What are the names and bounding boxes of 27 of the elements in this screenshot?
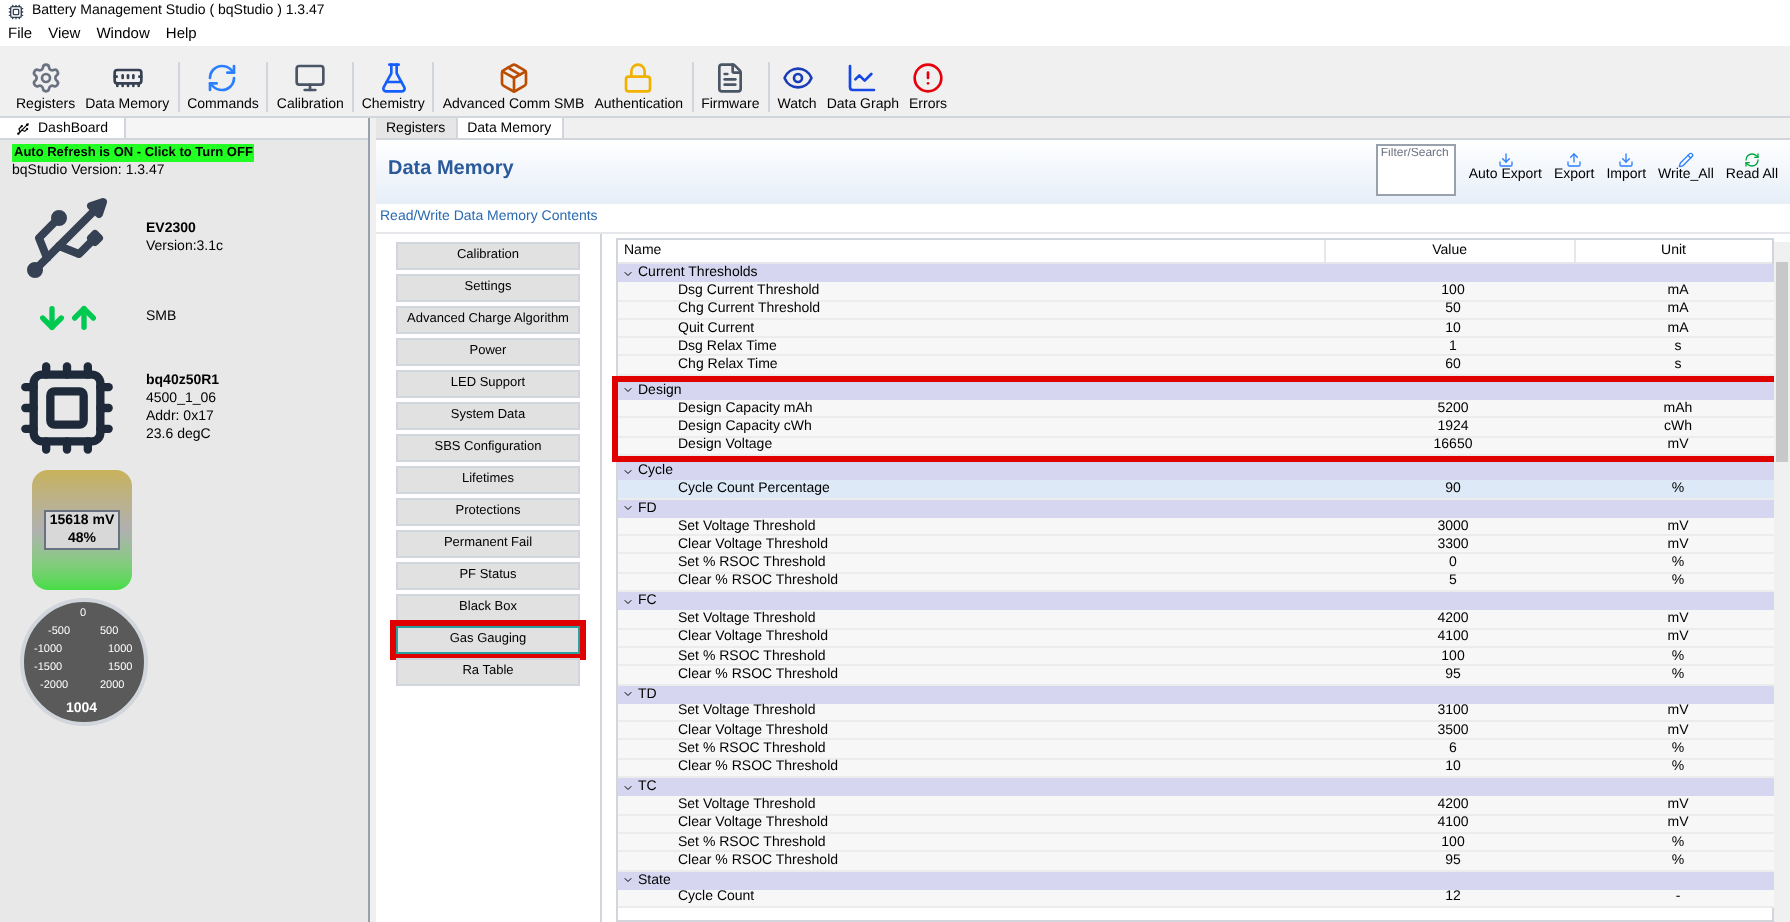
monitor-icon xyxy=(294,62,327,94)
expander-icon[interactable] xyxy=(618,781,638,794)
download-icon xyxy=(1497,152,1514,168)
app-icon xyxy=(8,3,24,19)
chart-icon xyxy=(846,62,879,94)
upload-icon xyxy=(1566,152,1583,168)
document-icon xyxy=(714,62,747,94)
gear-icon xyxy=(29,62,62,94)
page-title: Data Memory xyxy=(388,156,514,184)
alert-icon xyxy=(912,62,945,94)
refresh-icon xyxy=(206,62,239,94)
expander-icon[interactable] xyxy=(618,595,638,608)
expander-icon[interactable] xyxy=(618,465,638,478)
expander-icon[interactable] xyxy=(618,688,638,701)
flask-icon xyxy=(377,62,410,94)
scrollbar[interactable] xyxy=(1774,242,1790,922)
expander-icon[interactable] xyxy=(618,384,638,397)
eye-icon xyxy=(781,62,814,94)
pencil-icon xyxy=(1677,152,1694,168)
expander-icon[interactable] xyxy=(618,502,638,515)
package-icon xyxy=(497,62,530,94)
plug-icon xyxy=(16,121,30,135)
lock-icon xyxy=(622,62,655,94)
refresh-icon xyxy=(1743,152,1760,168)
expander-icon[interactable] xyxy=(618,874,638,887)
download-icon xyxy=(1618,152,1635,168)
expander-icon[interactable] xyxy=(618,267,638,280)
